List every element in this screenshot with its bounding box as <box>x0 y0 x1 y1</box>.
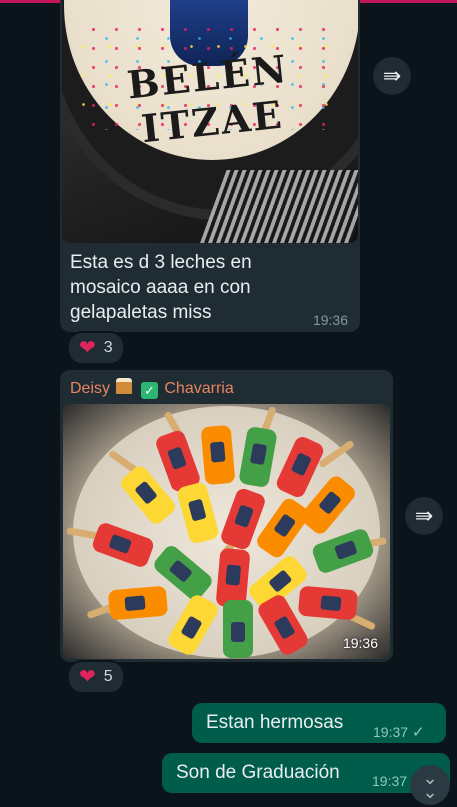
sender-last-name: Chavarria <box>164 380 234 397</box>
cake-photo[interactable]: BELÉN ITZAE <box>62 0 358 243</box>
message-text: Son de Graduación <box>176 762 340 783</box>
message-time: 19:36 <box>312 312 348 328</box>
outgoing-message[interactable]: Estan hermosas 19:37 ✓ <box>192 703 446 743</box>
tablecloth <box>197 170 358 243</box>
check-emoji-icon: ✓ <box>140 382 158 399</box>
message-time: 19:37 <box>372 773 408 789</box>
sent-check-icon: ✓ <box>411 724 425 741</box>
sender-first-name: Deisy <box>70 380 111 397</box>
outgoing-message[interactable]: Son de Graduación 19:37 <box>162 753 450 793</box>
incoming-image-message[interactable]: BELÉN ITZAE Esta es d 3 leches en mosaic… <box>60 0 360 332</box>
popsicle <box>223 600 253 658</box>
popsicle <box>107 585 169 621</box>
incoming-image-message[interactable]: Deisy ✓ Chavarria 19:36 <box>60 370 393 662</box>
message-text: Estan hermosas <box>206 712 344 733</box>
reaction-badge[interactable]: ❤ 5 <box>67 660 125 694</box>
popsicle <box>297 585 359 621</box>
reaction-count: 3 <box>103 339 113 356</box>
flan-emoji-icon <box>116 378 133 394</box>
sender-name[interactable]: Deisy ✓ Chavarria <box>70 378 234 399</box>
popsicle <box>200 424 236 486</box>
message-time: 19:37 <box>373 724 409 740</box>
message-caption: Esta es d 3 leches en mosaico aaaa en co… <box>70 252 252 323</box>
reaction-count: 5 <box>103 668 113 685</box>
heart-icon: ❤ <box>79 666 96 688</box>
forward-icon[interactable]: ⇛ <box>405 497 443 535</box>
forward-icon[interactable]: ⇛ <box>373 57 411 95</box>
reaction-badge[interactable]: ❤ 3 <box>67 331 125 365</box>
heart-icon: ❤ <box>79 337 96 359</box>
message-status: 19:37 ✓ <box>373 723 425 741</box>
double-chevron-down-icon[interactable]: ⌄ ⌄ <box>410 765 450 805</box>
message-time: 19:36 <box>342 635 378 651</box>
popsicles-photo[interactable]: 19:36 <box>63 404 390 659</box>
